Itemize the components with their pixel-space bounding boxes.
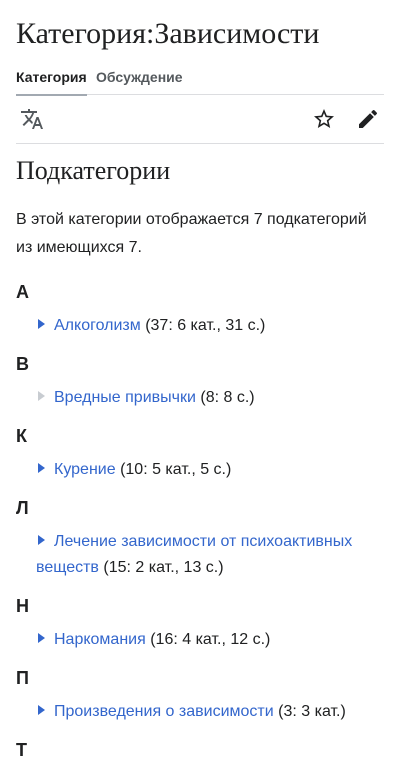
expand-triangle-icon[interactable] [38,535,45,545]
group-letter: Л [16,498,29,518]
subcategory-count: (16: 4 кат., 12 с.) [150,631,271,648]
group-letter: В [16,354,29,374]
subcategory-count: (15: 2 кат., 13 с.) [103,559,224,576]
group-letter: Т [16,740,27,760]
page-title: Категория:Зависимости [16,17,320,50]
pencil-icon[interactable] [356,107,380,131]
subcategory-link[interactable]: Произведения о зависимости [54,703,274,720]
subcategory-item: Курение (10: 5 кат., 5 с.) [36,457,384,483]
expand-triangle-icon[interactable] [38,319,45,329]
page-tabs: Категория Обсуждение [16,60,384,96]
group-letter: Н [16,596,29,616]
expand-triangle-icon[interactable] [38,633,45,643]
subcategory-item: Наркомания (16: 4 кат., 12 с.) [36,627,384,653]
translate-icon[interactable] [20,107,44,131]
subcategory-item: Лечение зависимости от психоактивных вещ… [36,529,384,581]
subcategory-item: Произведения о зависимости (3: 3 кат.) [36,699,384,725]
star-icon[interactable] [312,107,336,131]
group-letter: К [16,426,27,446]
page-actions-toolbar [16,95,384,144]
subcategory-count: (3: 3 кат.) [278,703,346,720]
expand-triangle-icon[interactable] [38,705,45,715]
subcategory-link[interactable]: Вредные привычки [54,389,196,406]
subcategory-item: Алкоголизм (37: 6 кат., 31 с.) [36,313,384,339]
expand-triangle-icon[interactable] [38,463,45,473]
subcategories-heading: Подкатегории [16,156,171,185]
subcategory-link[interactable]: Курение [54,461,116,478]
subcategory-link[interactable]: Алкоголизм [54,317,141,334]
subcategories-intro: В этой категории отображается 7 подкатег… [16,211,367,256]
subcategory-count: (10: 5 кат., 5 с.) [120,461,232,478]
subcategory-item: Вредные привычки (8: 8 с.) [36,385,384,411]
subcategory-count: (8: 8 с.) [200,389,255,406]
group-letter: П [16,668,29,688]
tab-category[interactable]: Категория [16,68,87,96]
tab-talk[interactable]: Обсуждение [96,68,183,94]
subcategory-count: (37: 6 кат., 31 с.) [145,317,266,334]
subcategory-link[interactable]: Наркомания [54,631,146,648]
expand-triangle-icon[interactable] [38,391,45,401]
group-letter: А [16,282,29,302]
